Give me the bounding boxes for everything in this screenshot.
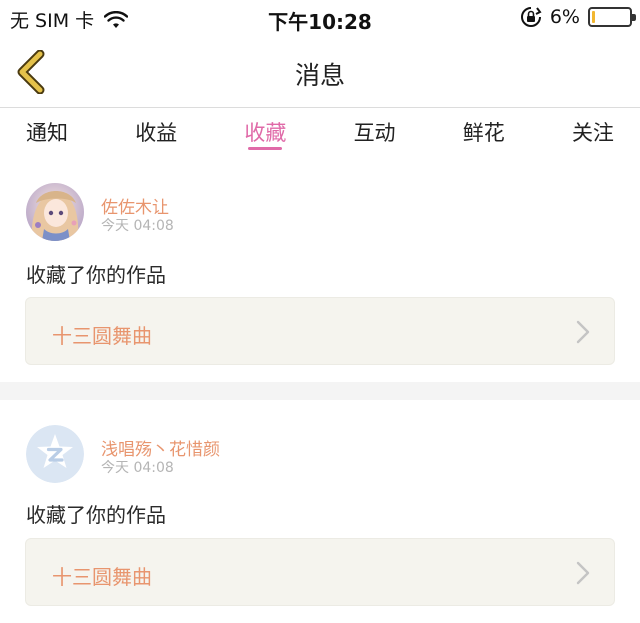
- tab-bar: 通知 收益 收藏 互动 鲜花 关注: [0, 108, 640, 158]
- tab-earnings[interactable]: 收益: [135, 108, 177, 158]
- feed-item: 佐佐木让 今天 04:08 收藏了你的作品 十三圆舞曲: [0, 165, 640, 382]
- tab-favorites[interactable]: 收藏: [244, 108, 286, 158]
- rotation-lock-icon: [520, 7, 542, 27]
- work-link[interactable]: 十三圆舞曲: [25, 538, 615, 606]
- chevron-right-icon: [576, 561, 590, 585]
- status-right: 6%: [520, 6, 636, 28]
- chevron-right-icon: [576, 320, 590, 344]
- user-avatar-image: [26, 183, 84, 241]
- tab-notifications[interactable]: 通知: [26, 108, 68, 158]
- timestamp: 今天 04:08: [101, 460, 174, 476]
- default-avatar-icon: [26, 425, 84, 483]
- action-text: 收藏了你的作品: [26, 263, 166, 287]
- work-link[interactable]: 十三圆舞曲: [25, 297, 615, 365]
- feed-item: 浅唱殇丶花惜颜 今天 04:08 收藏了你的作品 十三圆舞曲: [0, 400, 640, 623]
- page-title: 消息: [294, 61, 345, 90]
- avatar[interactable]: [26, 183, 84, 241]
- battery-level: [592, 11, 595, 23]
- tab-flowers[interactable]: 鲜花: [463, 108, 505, 158]
- work-title: 十三圆舞曲: [52, 324, 152, 348]
- avatar[interactable]: [26, 425, 84, 483]
- timestamp: 今天 04:08: [101, 218, 174, 234]
- action-text: 收藏了你的作品: [26, 503, 166, 527]
- battery-percent: 6%: [549, 6, 580, 28]
- work-title: 十三圆舞曲: [52, 565, 152, 589]
- status-bar: 无 SIM 卡 下午10:28 6%: [0, 0, 640, 36]
- tab-interactions[interactable]: 互动: [354, 108, 396, 158]
- battery-icon: [588, 7, 636, 27]
- tab-follows[interactable]: 关注: [572, 108, 614, 158]
- section-divider: [0, 382, 640, 400]
- nav-bar: 消息: [0, 36, 640, 108]
